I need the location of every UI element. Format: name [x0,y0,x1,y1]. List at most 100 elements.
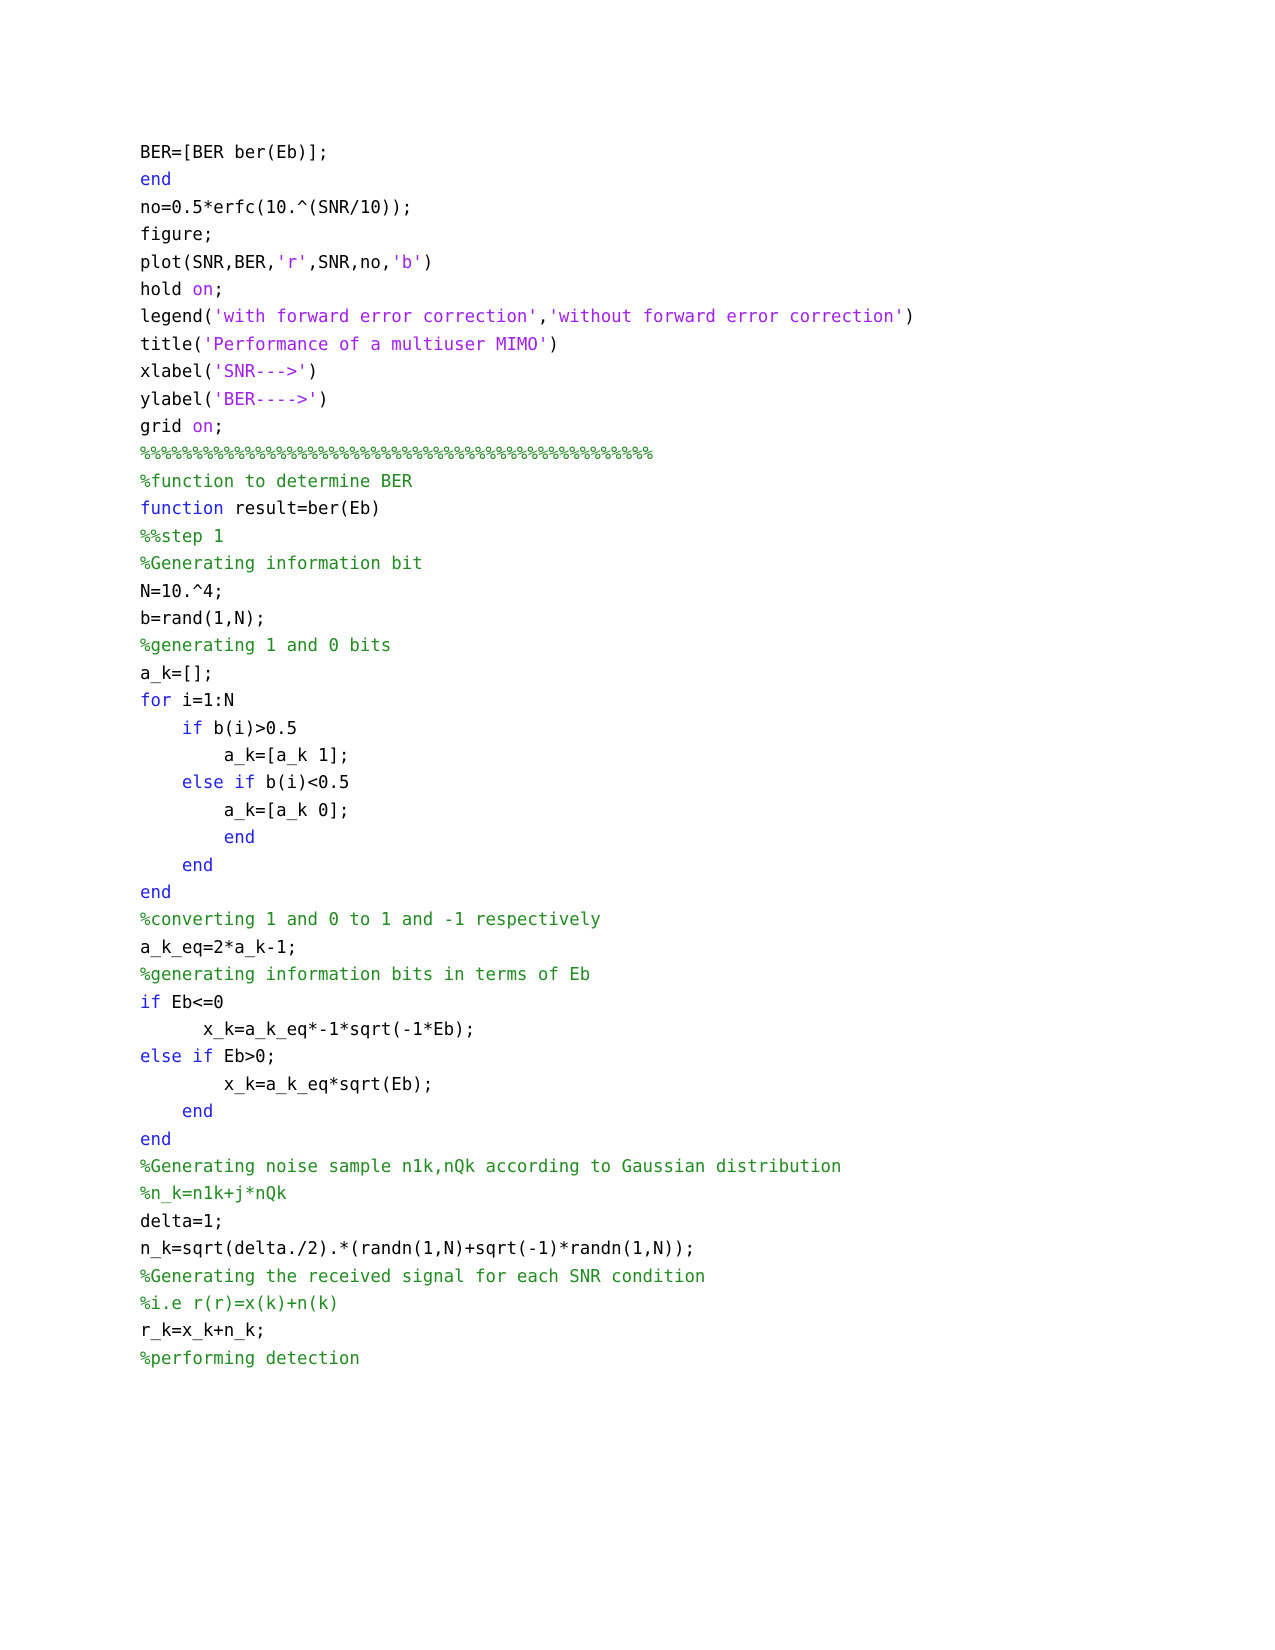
code-token-plain: Eb>0; [213,1047,277,1068]
code-line: hold on; [140,277,1030,304]
code-line: for i=1:N [140,688,1030,715]
code-line: %function to determine BER [140,469,1030,496]
code-token-plain: figure; [140,225,214,246]
code-token-plain: n_k=sqrt(delta./2).*(randn(1,N)+sqrt(-1)… [140,1239,695,1260]
code-line: %i.e r(r)=x(k)+n(k) [140,1291,1030,1318]
code-token-com: %%%%%%%%%%%%%%%%%%%%%%%%%%%%%%%%%%%%%%%%… [140,444,654,465]
code-line: a_k_eq=2*a_k-1; [140,935,1030,962]
code-token-str: 'Performance of a multiuser MIMO' [202,334,549,355]
code-token-key: for [140,691,172,712]
code-token-com: %performing detection [140,1348,360,1369]
document-page: BER=[BER ber(Eb)]; end no=0.5*erfc(10.^(SN… [0,0,1275,1650]
code-token-plain: xlabel( [140,362,214,383]
code-token-str: 'without forward error correction' [548,307,905,328]
code-token-key: else if [140,1047,214,1068]
code-token-plain: , [537,307,549,328]
code-line: end [140,825,1030,852]
code-line: %%%%%%%%%%%%%%%%%%%%%%%%%%%%%%%%%%%%%%%%… [140,441,1030,468]
code-line: end [140,167,1030,194]
code-token-key: if [181,718,203,739]
code-token-str: on [192,280,214,301]
code-line: grid on; [140,414,1030,441]
code-line: end [140,853,1030,880]
code-token-key: if [140,992,161,1013]
code-token-com: %generating 1 and 0 bits [140,636,392,657]
code-line: plot(SNR,BER,'r',SNR,no,'b') [140,250,1030,277]
code-token-plain: BER=[BER ber(Eb)]; [140,143,329,163]
code-token-plain: a_k=[a_k 0]; [140,800,350,821]
code-token-com: %Generating the received signal for each… [140,1266,706,1287]
code-line: xlabel('SNR--->') [140,359,1030,386]
code-line: delta=1; [140,1209,1030,1236]
code-line: n_k=sqrt(delta./2).*(randn(1,N)+sqrt(-1)… [140,1236,1030,1263]
code-line: N=10.^4; [140,579,1030,606]
code-token-plain: ,SNR,no, [307,252,392,273]
matlab-code-listing[interactable]: BER=[BER ber(Eb)]; end no=0.5*erfc(10.^(SN… [140,140,1030,1373]
code-token-plain: x_k=a_k_eq*-1*sqrt(-1*Eb); [140,1020,476,1040]
code-line: a_k=[a_k 1]; [140,743,1030,770]
code-token-plain: ) [318,389,329,410]
code-line: end [140,1127,1030,1154]
code-line: no=0.5*erfc(10.^(SNR/10)); [140,195,1030,222]
code-line: b=rand(1,N); [140,606,1030,633]
code-token-key: end [140,1129,172,1150]
code-token-plain: ; [213,417,224,438]
code-token-com: %%step 1 [140,526,224,547]
code-line: a_k=[]; [140,661,1030,688]
code-token-plain: a_k=[]; [140,663,214,684]
code-line: title('Performance of a multiuser MIMO') [140,332,1030,359]
code-token-str: 'b' [391,252,423,273]
code-line: legend('with forward error correction','… [140,304,1030,331]
code-token-str: 'with forward error correction' [213,307,538,328]
code-line: %Generating the received signal for each… [140,1264,1030,1291]
code-token-plain: ) [904,307,915,328]
code-line: %%step 1 [140,524,1030,551]
code-line: function result=ber(Eb) [140,496,1030,523]
code-token-plain: ) [422,252,434,273]
code-token-plain: grid [140,417,193,438]
code-line: a_k=[a_k 0]; [140,798,1030,825]
code-token-com: %converting 1 and 0 to 1 and -1 respecti… [140,910,601,931]
code-token-plain: r_k=x_k+n_k; [140,1321,266,1342]
code-line: x_k=a_k_eq*sqrt(Eb); [140,1072,1030,1099]
code-token-com: %Generating information bit [140,554,423,575]
code-token-plain: b(i)>0.5 [202,718,298,739]
code-line: %performing detection [140,1346,1030,1373]
code-token-key: end [140,882,172,903]
code-line: r_k=x_k+n_k; [140,1318,1030,1345]
code-line: x_k=a_k_eq*-1*sqrt(-1*Eb); [140,1017,1030,1044]
code-token-plain: a_k_eq=2*a_k-1; [140,937,298,958]
code-line: %n_k=n1k+j*nQk [140,1181,1030,1208]
code-token-str: 'BER---->' [213,389,318,410]
code-line: if b(i)>0.5 [140,716,1030,743]
code-line: %converting 1 and 0 to 1 and -1 respecti… [140,907,1030,934]
code-token-plain: N=10.^4; [140,581,224,602]
code-token-plain: delta=1; [140,1211,224,1232]
code-token-key: end [181,1102,214,1123]
code-token-plain: no=0.5*erfc(10.^(SNR/10)); [140,197,413,218]
code-token-plain: i=1:N [171,691,235,712]
code-token-str: 'r' [276,252,308,273]
code-line: end [140,1099,1030,1126]
code-token-plain: result=ber(Eb) [223,499,381,520]
code-token-key: end [140,170,172,191]
code-token-plain: ylabel( [140,389,214,410]
code-line: ylabel('BER---->') [140,387,1030,414]
code-token-plain: Eb<=0 [160,992,224,1013]
code-line: %Generating information bit [140,551,1030,578]
code-token-plain: ) [548,334,559,355]
code-line: else if Eb>0; [140,1044,1030,1071]
code-token-plain: title( [140,334,203,355]
code-token-plain: hold [140,280,193,301]
code-token-com: %n_k=n1k+j*nQk [140,1184,287,1205]
code-token-str: 'SNR--->' [213,362,308,383]
code-token-com: %function to determine BER [140,471,413,492]
code-token-key: end [223,828,256,849]
code-token-plain: x_k=a_k_eq*sqrt(Eb); [140,1074,434,1095]
code-line: BER=[BER ber(Eb)]; [140,140,1030,167]
